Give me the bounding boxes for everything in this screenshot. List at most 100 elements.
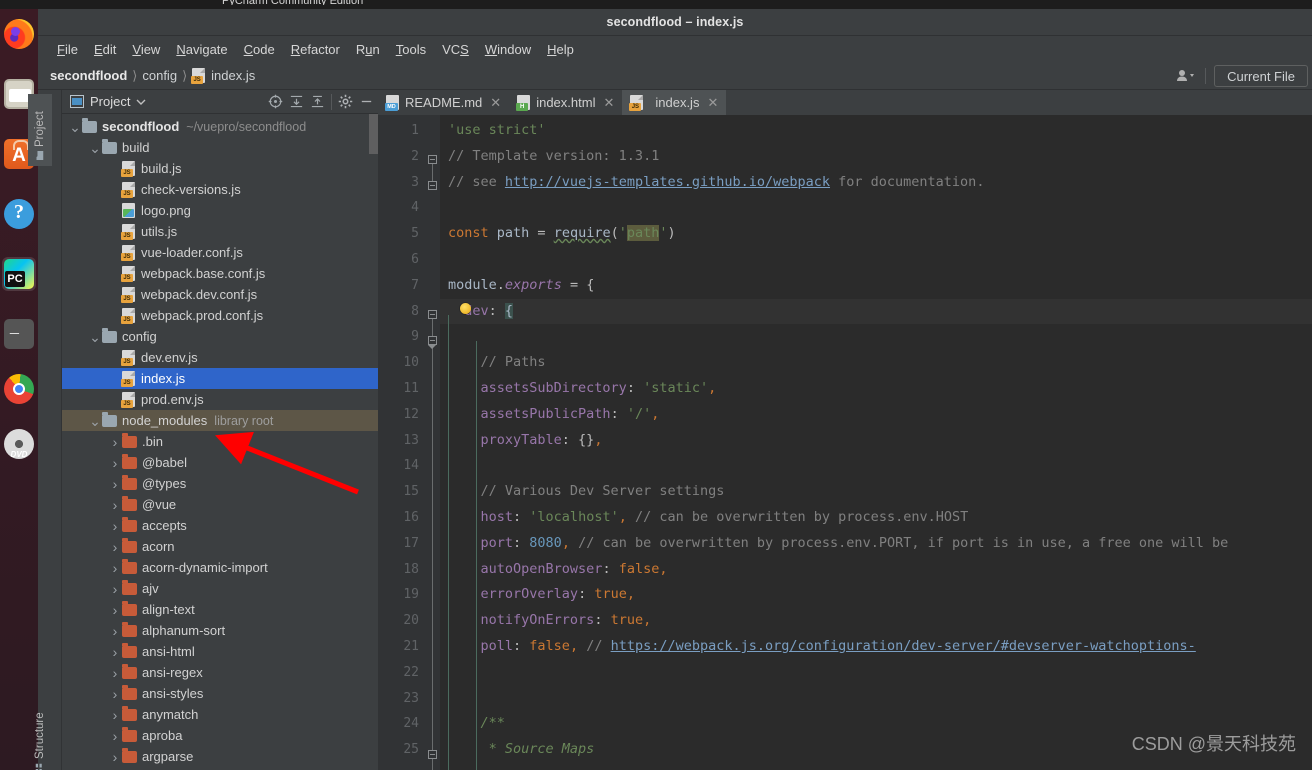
chevron-right-icon[interactable]: › (108, 581, 122, 597)
dock-item-dvd[interactable] (2, 427, 36, 461)
tree-node--bin[interactable]: › .bin (62, 431, 378, 452)
fold-marker[interactable] (428, 181, 439, 192)
tree-node-align-text[interactable]: › align-text (62, 599, 378, 620)
code-line[interactable]: assetsSubDirectory: 'static', (440, 376, 1312, 402)
code-line[interactable]: proxyTable: {}, (440, 428, 1312, 454)
tree-node-check-versions-js[interactable]: check-versions.js (62, 179, 378, 200)
rail-tab-project[interactable]: Project (28, 94, 52, 166)
menu-view[interactable]: View (125, 40, 167, 59)
code-editor[interactable]: 1 2 3 4 5 6 7 8 9 10 11 12 13 14 15 16 17 18 19 20 21 22 23 24 2… (378, 115, 1312, 770)
tree-node-webpack-dev-conf-js[interactable]: webpack.dev.conf.js (62, 284, 378, 305)
run-configuration-selector[interactable]: Current File (1214, 65, 1308, 87)
tree-node-ansi-styles[interactable]: › ansi-styles (62, 683, 378, 704)
fold-marker[interactable] (428, 310, 439, 321)
close-icon[interactable]: ✕ (490, 95, 501, 111)
intention-bulb-icon[interactable] (460, 303, 471, 314)
code-line[interactable] (440, 324, 1312, 350)
chevron-right-icon[interactable]: › (108, 707, 122, 723)
tree-node-dev-env-js[interactable]: dev.env.js (62, 347, 378, 368)
expand-all-icon[interactable] (289, 94, 304, 109)
menu-file[interactable]: File (50, 40, 85, 59)
chevron-right-icon[interactable]: › (108, 644, 122, 660)
chevron-right-icon[interactable]: › (108, 602, 122, 618)
chevron-right-icon[interactable]: › (108, 728, 122, 744)
chevron-right-icon[interactable]: › (108, 497, 122, 513)
tree-node-acorn[interactable]: › acorn (62, 536, 378, 557)
tree-node-secondflood[interactable]: ⌄ secondflood ~/vuepro/secondflood (62, 116, 378, 137)
dock-item-terminal[interactable] (2, 317, 36, 351)
menu-help[interactable]: Help (540, 40, 581, 59)
chevron-right-icon[interactable]: › (108, 749, 122, 765)
tree-node--vue[interactable]: › @vue (62, 494, 378, 515)
code-folding-strip[interactable] (426, 115, 440, 770)
code-line[interactable]: assetsPublicPath: '/', (440, 402, 1312, 428)
close-icon[interactable]: ✕ (707, 95, 718, 111)
code-line[interactable]: // Various Dev Server settings (440, 479, 1312, 505)
code-line[interactable]: poll: false, // https://webpack.js.org/c… (440, 634, 1312, 660)
tree-node-webpack-prod-conf-js[interactable]: webpack.prod.conf.js (62, 305, 378, 326)
tree-node-anymatch[interactable]: › anymatch (62, 704, 378, 725)
editor-tab-readme[interactable]: README.md ✕ (378, 90, 509, 115)
code-line[interactable] (440, 195, 1312, 221)
user-account-icon[interactable] (1175, 68, 1197, 84)
code-line[interactable]: notifyOnErrors: true, (440, 608, 1312, 634)
fold-marker[interactable] (428, 750, 439, 761)
breadcrumb-config[interactable]: config (142, 68, 177, 83)
chevron-right-icon[interactable]: › (108, 623, 122, 639)
tree-node-prod-env-js[interactable]: prod.env.js (62, 389, 378, 410)
tree-node-aproba[interactable]: › aproba (62, 725, 378, 746)
chevron-down-icon[interactable]: ⌄ (88, 330, 102, 344)
tree-node-alphanum-sort[interactable]: › alphanum-sort (62, 620, 378, 641)
tree-node-argparse[interactable]: › argparse (62, 746, 378, 767)
tree-node-webpack-base-conf-js[interactable]: webpack.base.conf.js (62, 263, 378, 284)
code-line[interactable]: const path = require('path') (440, 221, 1312, 247)
tree-node--babel[interactable]: › @babel (62, 452, 378, 473)
tree-node-ansi-html[interactable]: › ansi-html (62, 641, 378, 662)
code-line[interactable]: // Paths (440, 350, 1312, 376)
tree-node--types[interactable]: › @types (62, 473, 378, 494)
select-opened-file-icon[interactable] (268, 94, 283, 109)
code-content[interactable]: 'use strict'// Template version: 1.3.1//… (440, 115, 1312, 770)
tree-node-node-modules[interactable]: ⌄ node_modules library root (62, 410, 378, 431)
rail-tab-structure[interactable]: Structure (28, 700, 52, 770)
collapse-all-icon[interactable] (310, 94, 325, 109)
dock-item-pycharm[interactable] (2, 257, 36, 291)
close-icon[interactable]: ✕ (603, 95, 614, 111)
tree-node-logo-png[interactable]: logo.png (62, 200, 378, 221)
code-line[interactable] (440, 247, 1312, 273)
fold-marker[interactable] (428, 336, 439, 349)
chevron-right-icon[interactable]: › (108, 686, 122, 702)
hide-panel-icon[interactable] (359, 94, 374, 109)
code-line[interactable]: 'use strict' (440, 118, 1312, 144)
chevron-down-icon[interactable]: ⌄ (88, 141, 102, 155)
code-line[interactable]: dev: { (440, 298, 1312, 325)
code-line[interactable]: errorOverlay: true, (440, 582, 1312, 608)
menu-run[interactable]: Run (349, 40, 387, 59)
code-line[interactable]: host: 'localhost', // can be overwritten… (440, 505, 1312, 531)
code-line[interactable]: // Template version: 1.3.1 (440, 144, 1312, 170)
tree-node-accepts[interactable]: › accepts (62, 515, 378, 536)
settings-gear-icon[interactable] (338, 94, 353, 109)
menu-edit[interactable]: Edit (87, 40, 123, 59)
dock-item-firefox[interactable] (2, 17, 36, 51)
menu-window[interactable]: Window (478, 40, 538, 59)
tree-node-ansi-regex[interactable]: › ansi-regex (62, 662, 378, 683)
dock-item-chrome[interactable] (2, 372, 36, 406)
menu-vcs[interactable]: VCS (435, 40, 476, 59)
editor-tab-index-js[interactable]: index.js ✕ (622, 90, 727, 115)
code-line[interactable] (440, 686, 1312, 712)
tree-node-utils-js[interactable]: utils.js (62, 221, 378, 242)
tree-node-build[interactable]: ⌄ build (62, 137, 378, 158)
code-line[interactable]: // see http://vuejs-templates.github.io/… (440, 170, 1312, 196)
breadcrumb-file[interactable]: index.js (191, 68, 255, 84)
tree-node-index-js[interactable]: index.js (62, 368, 378, 389)
chevron-right-icon[interactable]: › (108, 518, 122, 534)
chevron-right-icon[interactable]: › (108, 476, 122, 492)
tree-node-vue-loader-conf-js[interactable]: vue-loader.conf.js (62, 242, 378, 263)
tree-node-build-js[interactable]: build.js (62, 158, 378, 179)
chevron-down-icon[interactable] (136, 98, 146, 106)
code-line[interactable] (440, 453, 1312, 479)
chevron-right-icon[interactable]: › (108, 539, 122, 555)
menu-tools[interactable]: Tools (389, 40, 433, 59)
code-line[interactable]: port: 8080, // can be overwritten by pro… (440, 531, 1312, 557)
